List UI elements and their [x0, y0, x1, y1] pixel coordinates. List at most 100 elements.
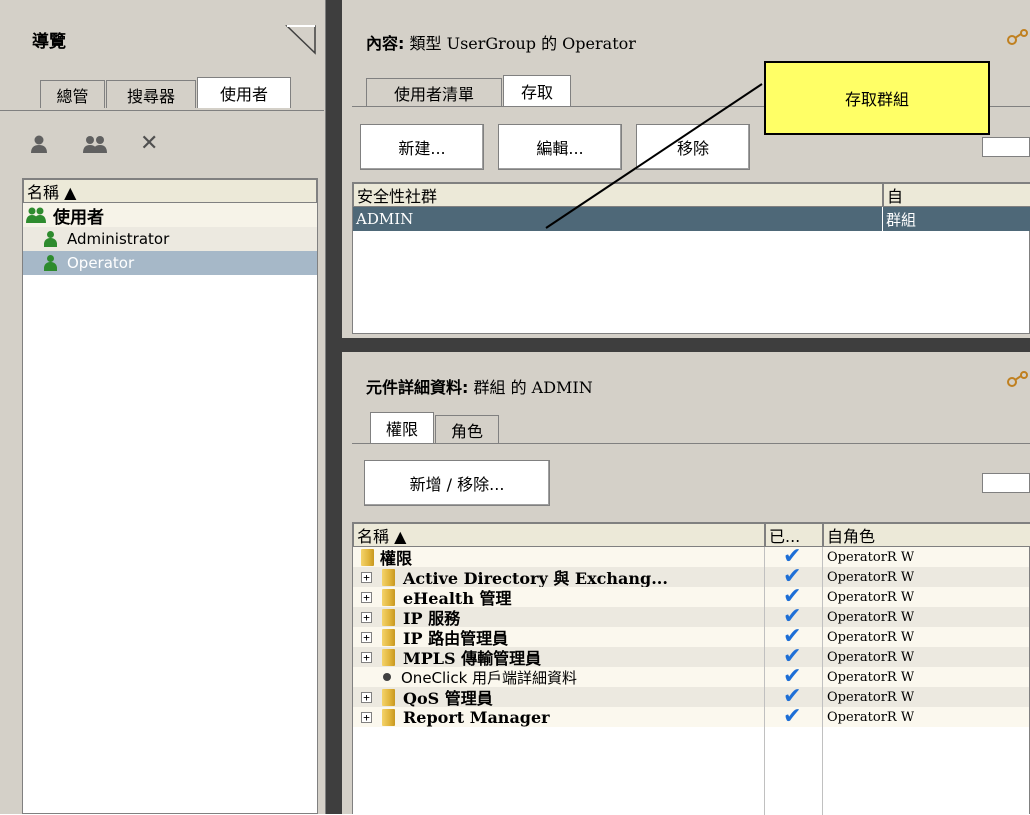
- expand-icon[interactable]: +: [361, 571, 372, 583]
- checkmark-icon: ✔: [783, 547, 802, 567]
- tree-item-label: Administrator: [67, 230, 170, 248]
- table-row[interactable]: + QoS 管理員 ✔ OperatorR W: [353, 687, 1029, 707]
- expand-icon[interactable]: +: [361, 711, 372, 723]
- tab-label: 權限: [385, 420, 418, 439]
- table-row[interactable]: + Active Directory 與 Exchang... ✔ Operato…: [353, 567, 1029, 587]
- column-header-enabled[interactable]: 已...: [765, 523, 823, 547]
- table-row[interactable]: + MPLS 傳輸管理員 ✔ OperatorR W: [353, 647, 1029, 667]
- checkmark-icon: ✔: [783, 567, 802, 587]
- checkmark-icon: ✔: [783, 587, 802, 607]
- folder-icon: [382, 688, 395, 706]
- from-role: OperatorR W: [827, 609, 915, 625]
- callout-pointer-line: [545, 83, 763, 229]
- vertical-splitter[interactable]: [326, 0, 342, 814]
- tab-user-list[interactable]: 使用者清單: [366, 78, 502, 106]
- table-row[interactable]: + Report Manager ✔ OperatorR W: [353, 707, 1029, 727]
- expand-icon[interactable]: +: [361, 651, 372, 663]
- details-title: 元件詳細資料: 群組 的 ADMIN: [366, 378, 593, 397]
- permission-name: QoS 管理員: [403, 689, 493, 707]
- table-row[interactable]: + IP 服務 ✔ OperatorR W: [353, 607, 1029, 627]
- bullet-icon: [383, 673, 391, 681]
- from-role: OperatorR W: [827, 649, 915, 665]
- from-role: OperatorR W: [827, 589, 915, 605]
- expand-icon[interactable]: +: [361, 631, 372, 643]
- folder-icon: [382, 648, 395, 666]
- tab-locater[interactable]: 搜尋器: [106, 80, 196, 108]
- folder-icon: [382, 628, 395, 646]
- tab-label: 角色: [450, 421, 483, 441]
- permission-name: eHealth 管理: [403, 589, 512, 607]
- user-icon[interactable]: [30, 135, 48, 153]
- collapse-triangle-icon[interactable]: [284, 22, 318, 56]
- tab-label: 搜尋器: [126, 86, 175, 106]
- add-remove-button[interactable]: 新增 / 移除...: [364, 460, 550, 506]
- tree-item-label: Operator: [67, 254, 135, 272]
- network-icon: [1006, 370, 1030, 394]
- folder-icon: [382, 608, 395, 626]
- user-group-icon: [25, 207, 47, 223]
- tab-permissions[interactable]: 權限: [370, 412, 434, 443]
- group-from: 群組: [886, 211, 917, 229]
- from-role: OperatorR W: [827, 709, 915, 725]
- tab-roles[interactable]: 角色: [435, 415, 499, 443]
- checkmark-icon: ✔: [783, 667, 802, 687]
- column-header-name[interactable]: 名稱 ▲: [353, 523, 765, 547]
- new-button[interactable]: 新建...: [360, 124, 484, 170]
- folder-icon: [382, 568, 395, 586]
- permission-name: MPLS 傳輸管理員: [403, 649, 542, 667]
- expand-icon[interactable]: +: [361, 591, 372, 603]
- tab-explorer[interactable]: 總管: [40, 80, 105, 108]
- checkmark-icon: ✔: [783, 627, 802, 647]
- details-panel: 元件詳細資料: 群組 的 ADMIN 權限 角色 新增 / 移除... 名稱 ▲…: [342, 352, 1030, 815]
- tree-item-administrator[interactable]: Administrator: [23, 227, 317, 251]
- checkmark-icon: ✔: [783, 607, 802, 627]
- tab-users[interactable]: 使用者: [197, 77, 291, 108]
- column-header-from[interactable]: 自: [883, 183, 1030, 207]
- folder-icon: [382, 708, 395, 726]
- network-icon: [1006, 28, 1030, 52]
- filter-input[interactable]: [982, 137, 1030, 157]
- callout-access-groups: 存取群組: [764, 61, 990, 135]
- permission-name: Active Directory 與 Exchang...: [403, 569, 668, 587]
- folder-icon: [382, 588, 395, 606]
- column-header-from-role[interactable]: 自角色: [823, 523, 1030, 547]
- permission-name: Report Manager: [403, 707, 550, 727]
- from-role: OperatorR W: [827, 549, 915, 565]
- navigation-panel: 導覽 總管 搜尋器 使用者 ✕ 名稱 ▲ 使用者 Administrator O: [0, 0, 326, 814]
- permission-name: OneClick 用戶端詳細資料: [401, 668, 578, 687]
- tab-label: 使用者清單: [393, 84, 474, 104]
- folder-icon: [361, 548, 374, 566]
- tree-item-operator[interactable]: Operator: [23, 251, 317, 275]
- nav-title: 導覽: [32, 32, 66, 52]
- tab-label: 使用者: [219, 85, 268, 104]
- tree-root-users[interactable]: 使用者: [23, 203, 317, 228]
- from-role: OperatorR W: [827, 669, 915, 685]
- group-name: ADMIN: [356, 210, 414, 228]
- table-row[interactable]: + eHealth 管理 ✔ OperatorR W: [353, 587, 1029, 607]
- table-row[interactable]: 權限 ✔ OperatorR W: [353, 547, 1029, 567]
- table-row[interactable]: OneClick 用戶端詳細資料 ✔ OperatorR W: [353, 667, 1029, 687]
- from-role: OperatorR W: [827, 569, 915, 585]
- users-tree: 名稱 ▲ 使用者 Administrator Operator: [22, 178, 318, 814]
- user-icon: [43, 231, 57, 247]
- permission-name: 權限: [380, 549, 413, 567]
- user-icon: [43, 255, 57, 271]
- delete-icon[interactable]: ✕: [140, 131, 160, 156]
- tree-header[interactable]: 名稱 ▲: [23, 179, 317, 203]
- column-divider: [764, 547, 765, 815]
- expand-icon[interactable]: +: [361, 691, 372, 703]
- tree-root-label: 使用者: [53, 207, 104, 228]
- checkmark-icon: ✔: [783, 687, 802, 707]
- filter-input[interactable]: [982, 473, 1030, 493]
- tab-label: 總管: [56, 86, 89, 106]
- from-role: OperatorR W: [827, 629, 915, 645]
- permission-name: IP 路由管理員: [403, 629, 509, 647]
- user-group-icon[interactable]: [82, 135, 108, 153]
- horizontal-splitter[interactable]: [342, 338, 1030, 352]
- toolbar: ✕: [0, 110, 324, 170]
- checkmark-icon: ✔: [783, 647, 802, 667]
- permissions-table: 名稱 ▲ 已... 自角色 權限 ✔ OperatorR W + Active D…: [352, 522, 1030, 815]
- table-row[interactable]: + IP 路由管理員 ✔ OperatorR W: [353, 627, 1029, 647]
- content-title: 內容: 類型 UserGroup 的 Operator: [366, 34, 636, 53]
- expand-icon[interactable]: +: [361, 611, 372, 623]
